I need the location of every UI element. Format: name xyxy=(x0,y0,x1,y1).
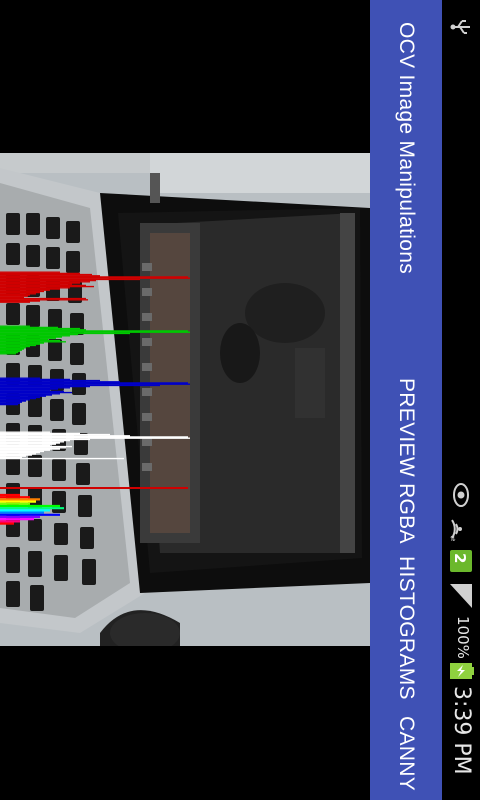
svg-text:⇅: ⇅ xyxy=(450,535,456,542)
histogram-overlay xyxy=(0,271,190,525)
status-bar: ⇅ 2 100% 3:39 PM xyxy=(442,0,480,800)
battery-percent: 100% xyxy=(454,616,472,659)
notification-icon: 2 xyxy=(450,550,472,572)
usb-icon xyxy=(450,20,470,34)
wifi-icon: ⇅ xyxy=(450,519,462,542)
eye-icon xyxy=(453,483,469,507)
letterbox-bottom xyxy=(0,646,370,800)
letterbox-top xyxy=(0,0,370,153)
notification-count: 2 xyxy=(451,553,469,564)
canny-button[interactable]: CANNY xyxy=(394,716,418,791)
action-bar: OCV Image Manipulations PREVIEW RGBA HIS… xyxy=(370,0,442,800)
clock-time: 3:39 PM xyxy=(449,686,474,775)
preview-rgba-button[interactable]: PREVIEW RGBA xyxy=(394,378,418,544)
camera-preview xyxy=(0,153,370,646)
battery-icon xyxy=(450,663,474,679)
signal-icon xyxy=(450,584,472,608)
app-title: OCV Image Manipulations xyxy=(395,22,418,275)
histograms-button[interactable]: HISTOGRAMS xyxy=(394,556,418,700)
